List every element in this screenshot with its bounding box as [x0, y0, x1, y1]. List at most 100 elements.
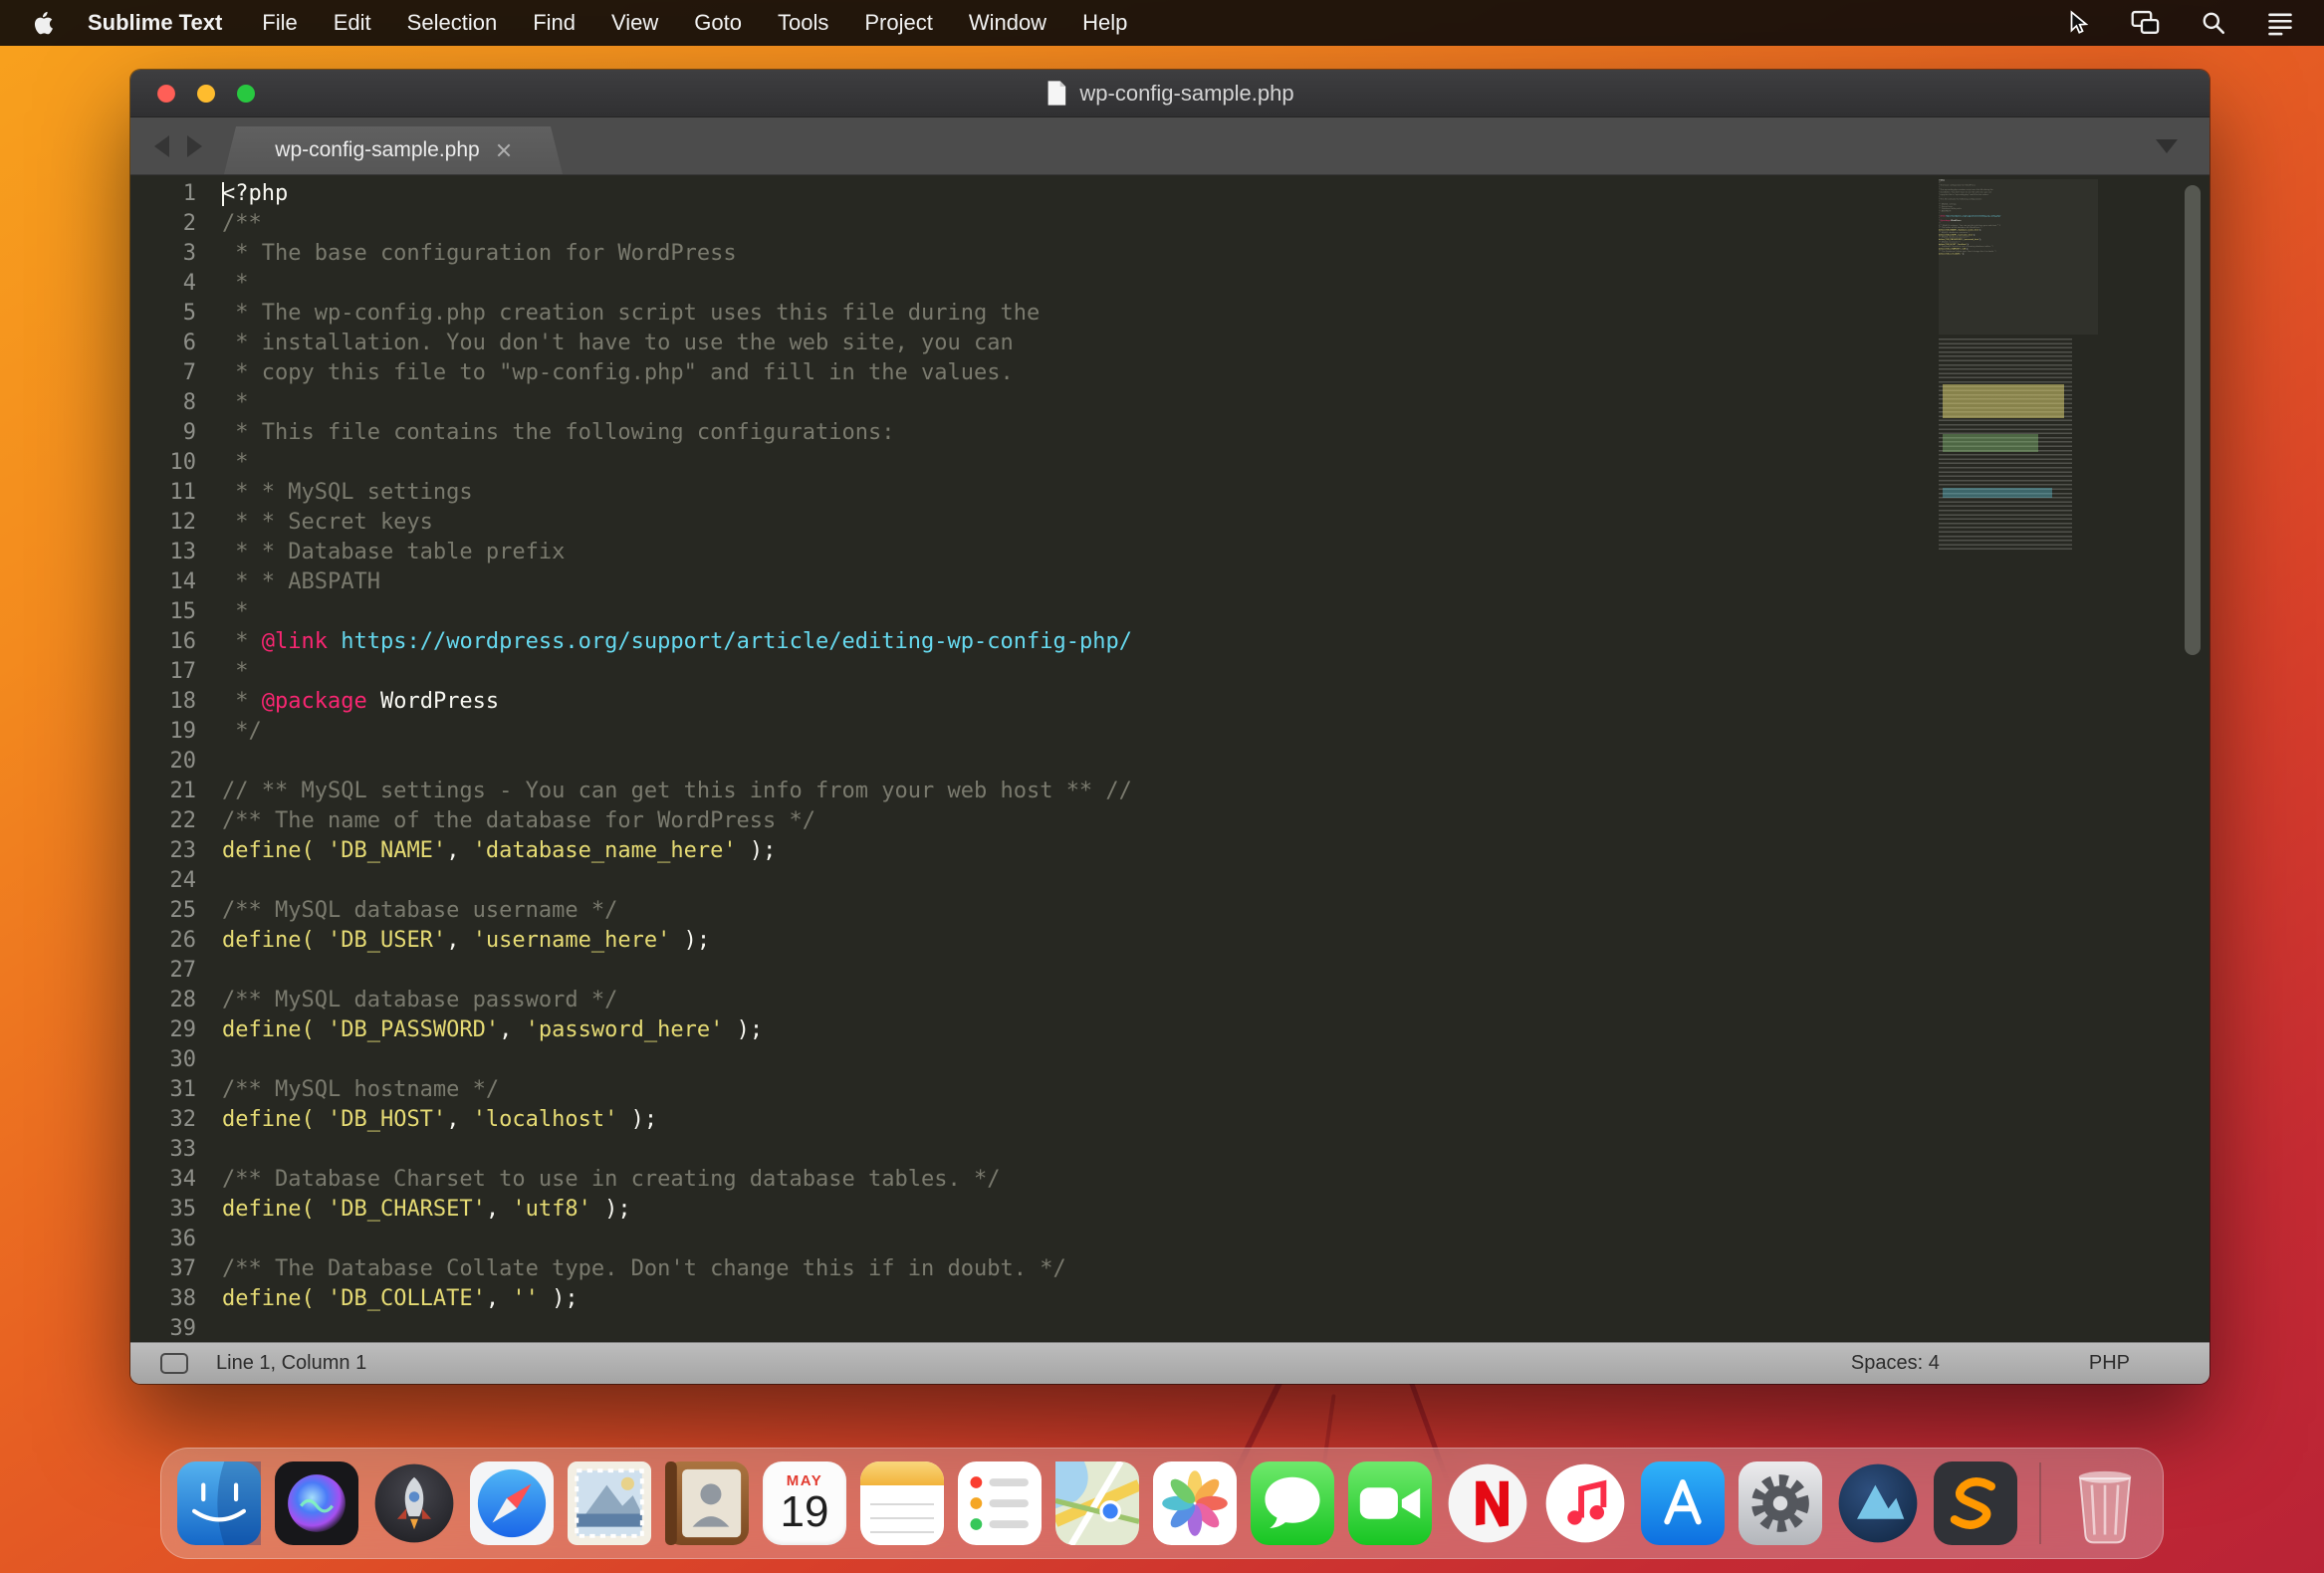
menu-find[interactable]: Find — [533, 10, 576, 36]
dock-trash-icon[interactable] — [2063, 1461, 2147, 1545]
code-line[interactable]: define( 'DB_NAME', 'database_name_here' … — [222, 836, 2209, 866]
menu-help[interactable]: Help — [1082, 10, 1127, 36]
minimap[interactable]: <?php/** * The base configuration for Wo… — [1939, 179, 2098, 558]
code-line[interactable]: define( 'DB_USER', 'username_here' ); — [222, 926, 2209, 956]
tab-close-icon[interactable] — [496, 142, 512, 158]
code-editor[interactable]: 1 2 3 4 5 6 7 8 9 10 11 12 13 14 15 16 17 18 19 20 21 22 23 24 2… — [130, 175, 2209, 1342]
code-line[interactable] — [222, 1045, 2209, 1075]
pointer-icon[interactable] — [2065, 10, 2091, 36]
code-line[interactable] — [222, 1225, 2209, 1254]
code-line[interactable]: * * MySQL settings — [222, 478, 2209, 508]
tab-wp-config-sample[interactable]: wp-config-sample.php — [224, 126, 563, 174]
code-line[interactable]: <?php — [222, 179, 2209, 209]
code-line[interactable] — [222, 1135, 2209, 1165]
spotlight-search-icon[interactable] — [2201, 10, 2226, 36]
code-line[interactable]: * — [222, 657, 2209, 687]
code-line[interactable]: * — [222, 269, 2209, 299]
code-line[interactable]: /** The name of the database for WordPre… — [222, 806, 2209, 836]
line-number: 32 — [169, 1107, 197, 1132]
code-line[interactable]: * @package WordPress — [222, 687, 2209, 717]
menu-project[interactable]: Project — [864, 10, 932, 36]
dock-finder-icon[interactable] — [177, 1461, 261, 1545]
tab-bar: wp-config-sample.php — [130, 117, 2209, 175]
panel-toggle-icon[interactable] — [160, 1353, 188, 1374]
code-line[interactable]: * * Secret keys — [222, 508, 2209, 538]
code-line[interactable]: define( 'DB_COLLATE', '' ); — [222, 1284, 2209, 1314]
dock-facetime-icon[interactable] — [1348, 1461, 1432, 1545]
code-line[interactable]: define( 'DB_CHARSET', 'utf8' ); — [222, 1195, 2209, 1225]
tab-next-button[interactable] — [187, 134, 202, 157]
dock-separator — [2039, 1462, 2041, 1544]
line-number: 5 — [182, 301, 196, 326]
dock-netflix-icon[interactable] — [1446, 1461, 1529, 1545]
code-line[interactable]: * copy this file to "wp-config.php" and … — [222, 358, 2209, 388]
dock-notes-icon[interactable] — [860, 1461, 944, 1545]
dock-blue-app-icon[interactable] — [1836, 1461, 1920, 1545]
menu-goto[interactable]: Goto — [694, 10, 742, 36]
dock-app-store-icon[interactable] — [1641, 1461, 1725, 1545]
dock-reminders-icon[interactable] — [958, 1461, 1042, 1545]
vertical-scrollbar[interactable] — [2185, 185, 2201, 655]
menu-view[interactable]: View — [611, 10, 658, 36]
tab-prev-button[interactable] — [154, 134, 169, 157]
zoom-button[interactable] — [237, 84, 255, 103]
dock-contacts-icon[interactable] — [665, 1461, 749, 1545]
code-line[interactable] — [222, 956, 2209, 986]
code-line[interactable]: /** MySQL hostname */ — [222, 1075, 2209, 1105]
menubar-app-name[interactable]: Sublime Text — [88, 10, 222, 36]
window-titlebar[interactable]: wp-config-sample.php — [130, 70, 2209, 117]
dock-messages-icon[interactable] — [1251, 1461, 1334, 1545]
code-line[interactable]: * installation. You don't have to use th… — [222, 329, 2209, 358]
dock-safari-icon[interactable] — [470, 1461, 554, 1545]
code-line[interactable]: /** The Database Collate type. Don't cha… — [222, 1254, 2209, 1284]
sublime-text-window: wp-config-sample.php wp-config-sample.ph… — [130, 70, 2209, 1384]
code-line[interactable]: define( 'DB_PASSWORD', 'password_here' )… — [222, 1015, 2209, 1045]
minimize-button[interactable] — [197, 84, 215, 103]
code-line[interactable]: /** — [222, 209, 2209, 239]
code-line[interactable]: * @link https://wordpress.org/support/ar… — [222, 627, 2209, 657]
code-line[interactable]: * This file contains the following confi… — [222, 418, 2209, 448]
code-line[interactable]: * — [222, 597, 2209, 627]
menu-file[interactable]: File — [262, 10, 297, 36]
code-line[interactable]: * * ABSPATH — [222, 567, 2209, 597]
code-line[interactable]: /** Database Charset to use in creating … — [222, 1165, 2209, 1195]
menu-tools[interactable]: Tools — [778, 10, 828, 36]
code-line[interactable]: * The base configuration for WordPress — [222, 239, 2209, 269]
code-line[interactable]: define( 'DB_HOST', 'localhost' ); — [222, 1105, 2209, 1135]
code-line[interactable] — [222, 866, 2209, 896]
dock-mail-icon[interactable] — [568, 1461, 651, 1545]
close-button[interactable] — [157, 84, 175, 103]
menu-selection[interactable]: Selection — [407, 10, 498, 36]
dock-calendar-icon[interactable]: MAY 19 — [763, 1461, 846, 1545]
code-line[interactable]: /** MySQL database username */ — [222, 896, 2209, 926]
status-syntax[interactable]: PHP — [2089, 1352, 2130, 1375]
code-line[interactable] — [222, 1314, 2209, 1342]
code-line[interactable]: * The wp-config.php creation script uses… — [222, 299, 2209, 329]
gutter: 1 2 3 4 5 6 7 8 9 10 11 12 13 14 15 16 17 18 19 20 21 22 23 24 2… — [130, 179, 222, 1342]
line-number: 4 — [182, 271, 196, 296]
code-line[interactable]: * — [222, 448, 2209, 478]
menu-edit[interactable]: Edit — [334, 10, 371, 36]
notification-list-icon[interactable] — [2266, 10, 2294, 36]
code-line[interactable]: * * Database table prefix — [222, 538, 2209, 567]
code-line[interactable] — [222, 747, 2209, 777]
code-line[interactable]: /** MySQL database password */ — [222, 986, 2209, 1015]
displays-icon[interactable] — [2131, 10, 2161, 36]
code-line[interactable]: */ — [222, 717, 2209, 747]
code-line[interactable]: // ** MySQL settings - You can get this … — [222, 777, 2209, 806]
dock-music-icon[interactable] — [1543, 1461, 1627, 1545]
dock-siri-icon[interactable] — [275, 1461, 358, 1545]
tab-overflow-icon[interactable] — [2156, 139, 2178, 153]
dock-sublime-text-icon[interactable] — [1934, 1461, 2017, 1545]
dock-photos-icon[interactable] — [1153, 1461, 1237, 1545]
apple-menu-icon[interactable] — [30, 9, 54, 37]
line-number: 11 — [169, 480, 197, 505]
status-indent[interactable]: Spaces: 4 — [1851, 1352, 1940, 1375]
dock-launchpad-icon[interactable] — [372, 1461, 456, 1545]
line-number: 39 — [169, 1316, 197, 1341]
code-line[interactable]: * — [222, 388, 2209, 418]
dock-system-preferences-icon[interactable] — [1739, 1461, 1822, 1545]
menu-window[interactable]: Window — [969, 10, 1046, 36]
dock-maps-icon[interactable] — [1055, 1461, 1139, 1545]
line-number: 35 — [169, 1197, 197, 1222]
